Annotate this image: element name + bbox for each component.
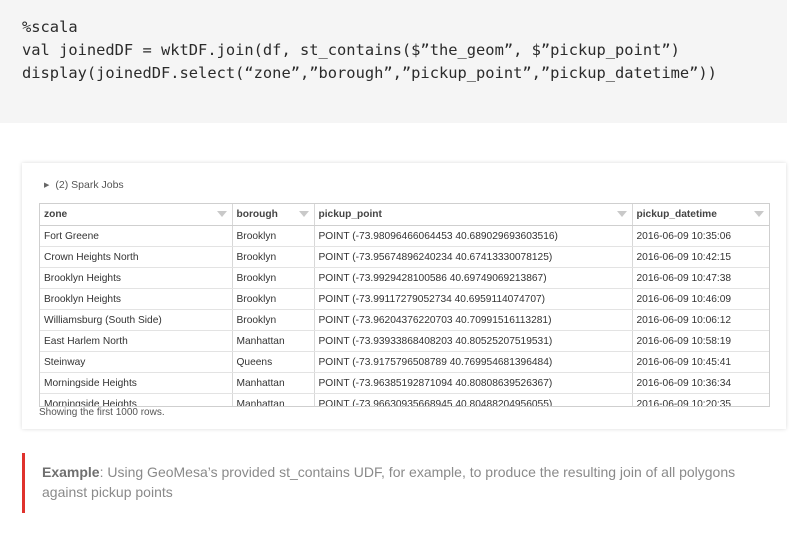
table-row: Fort Greene Brooklyn POINT (-73.98096466… <box>40 225 769 247</box>
column-header-label: pickup_datetime <box>636 209 717 220</box>
cell-pickup-datetime: 2016-06-09 10:45:41 <box>632 351 769 373</box>
cell-pickup-point: POINT (-73.96630935668945 40.80488204956… <box>314 393 633 406</box>
cell-pickup-point: POINT (-73.96385192871094 40.80808639526… <box>314 372 633 394</box>
cell-borough: Manhattan <box>232 372 315 394</box>
table-row: Morningside Heights Manhattan POINT (-73… <box>40 372 769 394</box>
caption-label: Example <box>42 464 100 480</box>
table-header-row: zone borough pickup_point pickup_datetim… <box>40 204 769 226</box>
figure-caption: Example: Using GeoMesa’s provided st_con… <box>22 453 742 513</box>
cell-zone: Brooklyn Heights <box>40 288 233 310</box>
column-header-borough[interactable]: borough <box>232 204 315 226</box>
cell-borough: Brooklyn <box>232 246 315 268</box>
cell-pickup-point: POINT (-73.9175796508789 40.769954681396… <box>314 351 633 373</box>
table-row: Williamsburg (South Side) Brooklyn POINT… <box>40 309 769 331</box>
table-row: East Harlem North Manhattan POINT (-73.9… <box>40 330 769 352</box>
cell-pickup-point: POINT (-73.93933868408203 40.80525207519… <box>314 330 633 352</box>
cell-pickup-datetime: 2016-06-09 10:35:06 <box>632 225 769 247</box>
cell-borough: Manhattan <box>232 393 315 406</box>
cell-pickup-point: POINT (-73.99117279052734 40.69591140747… <box>314 288 633 310</box>
code-line-3: display(joinedDF.select(“zone”,”borough”… <box>22 64 717 82</box>
cell-borough: Brooklyn <box>232 309 315 331</box>
spark-jobs-toggle[interactable]: ▶ (2) Spark Jobs <box>44 179 124 191</box>
cell-zone: East Harlem North <box>40 330 233 352</box>
cell-borough: Brooklyn <box>232 288 315 310</box>
code-line-2: val joinedDF = wktDF.join(df, st_contain… <box>22 41 680 59</box>
code-line-1: %scala <box>22 18 78 36</box>
cell-pickup-datetime: 2016-06-09 10:42:15 <box>632 246 769 268</box>
cell-zone: Morningside Heights <box>40 372 233 394</box>
cell-pickup-point: POINT (-73.98096466064453 40.68902969360… <box>314 225 633 247</box>
table-row: Brooklyn Heights Brooklyn POINT (-73.991… <box>40 288 769 310</box>
output-panel: ▶ (2) Spark Jobs zone borough pickup_poi… <box>22 163 786 429</box>
spark-jobs-label: (2) Spark Jobs <box>55 179 124 191</box>
table-row: Morningside Heights Manhattan POINT (-73… <box>40 393 769 406</box>
column-header-label: pickup_point <box>318 209 382 220</box>
cell-zone: Williamsburg (South Side) <box>40 309 233 331</box>
column-header-label: zone <box>44 209 68 220</box>
cell-zone: Morningside Heights <box>40 393 233 406</box>
cell-pickup-datetime: 2016-06-09 10:36:34 <box>632 372 769 394</box>
cell-borough: Queens <box>232 351 315 373</box>
cell-pickup-point: POINT (-73.95674896240234 40.67413330078… <box>314 246 633 268</box>
cell-pickup-datetime: 2016-06-09 10:46:09 <box>632 288 769 310</box>
cell-borough: Brooklyn <box>232 267 315 289</box>
results-table[interactable]: zone borough pickup_point pickup_datetim… <box>39 203 770 407</box>
cell-zone: Steinway <box>40 351 233 373</box>
results-grid: zone borough pickup_point pickup_datetim… <box>40 204 769 406</box>
column-header-pickup-point[interactable]: pickup_point <box>314 204 633 226</box>
cell-zone: Crown Heights North <box>40 246 233 268</box>
cell-borough: Brooklyn <box>232 225 315 247</box>
table-row: Steinway Queens POINT (-73.9175796508789… <box>40 351 769 373</box>
table-row: Brooklyn Heights Brooklyn POINT (-73.992… <box>40 267 769 289</box>
sort-caret-icon[interactable] <box>298 211 309 217</box>
column-header-pickup-datetime[interactable]: pickup_datetime <box>632 204 769 226</box>
cell-zone: Fort Greene <box>40 225 233 247</box>
column-header-zone[interactable]: zone <box>40 204 233 226</box>
table-row: Crown Heights North Brooklyn POINT (-73.… <box>40 246 769 268</box>
cell-pickup-point: POINT (-73.96204376220703 40.70991516113… <box>314 309 633 331</box>
sort-caret-icon[interactable] <box>616 211 627 217</box>
cell-pickup-datetime: 2016-06-09 10:58:19 <box>632 330 769 352</box>
rows-shown-note: Showing the first 1000 rows. <box>39 407 165 418</box>
cell-pickup-point: POINT (-73.9929428100586 40.697490692138… <box>314 267 633 289</box>
cell-borough: Manhattan <box>232 330 315 352</box>
expand-triangle-icon: ▶ <box>44 182 50 189</box>
cell-zone: Brooklyn Heights <box>40 267 233 289</box>
cell-pickup-datetime: 2016-06-09 10:06:12 <box>632 309 769 331</box>
sort-caret-icon[interactable] <box>216 211 227 217</box>
cell-pickup-datetime: 2016-06-09 10:47:38 <box>632 267 769 289</box>
column-header-label: borough <box>236 209 278 220</box>
sort-caret-icon[interactable] <box>754 211 764 217</box>
cell-pickup-datetime: 2016-06-09 10:20:35 <box>632 393 769 406</box>
code-cell[interactable]: %scala val joinedDF = wktDF.join(df, st_… <box>0 0 787 123</box>
caption-text: : Using GeoMesa’s provided st_contains U… <box>42 464 736 500</box>
